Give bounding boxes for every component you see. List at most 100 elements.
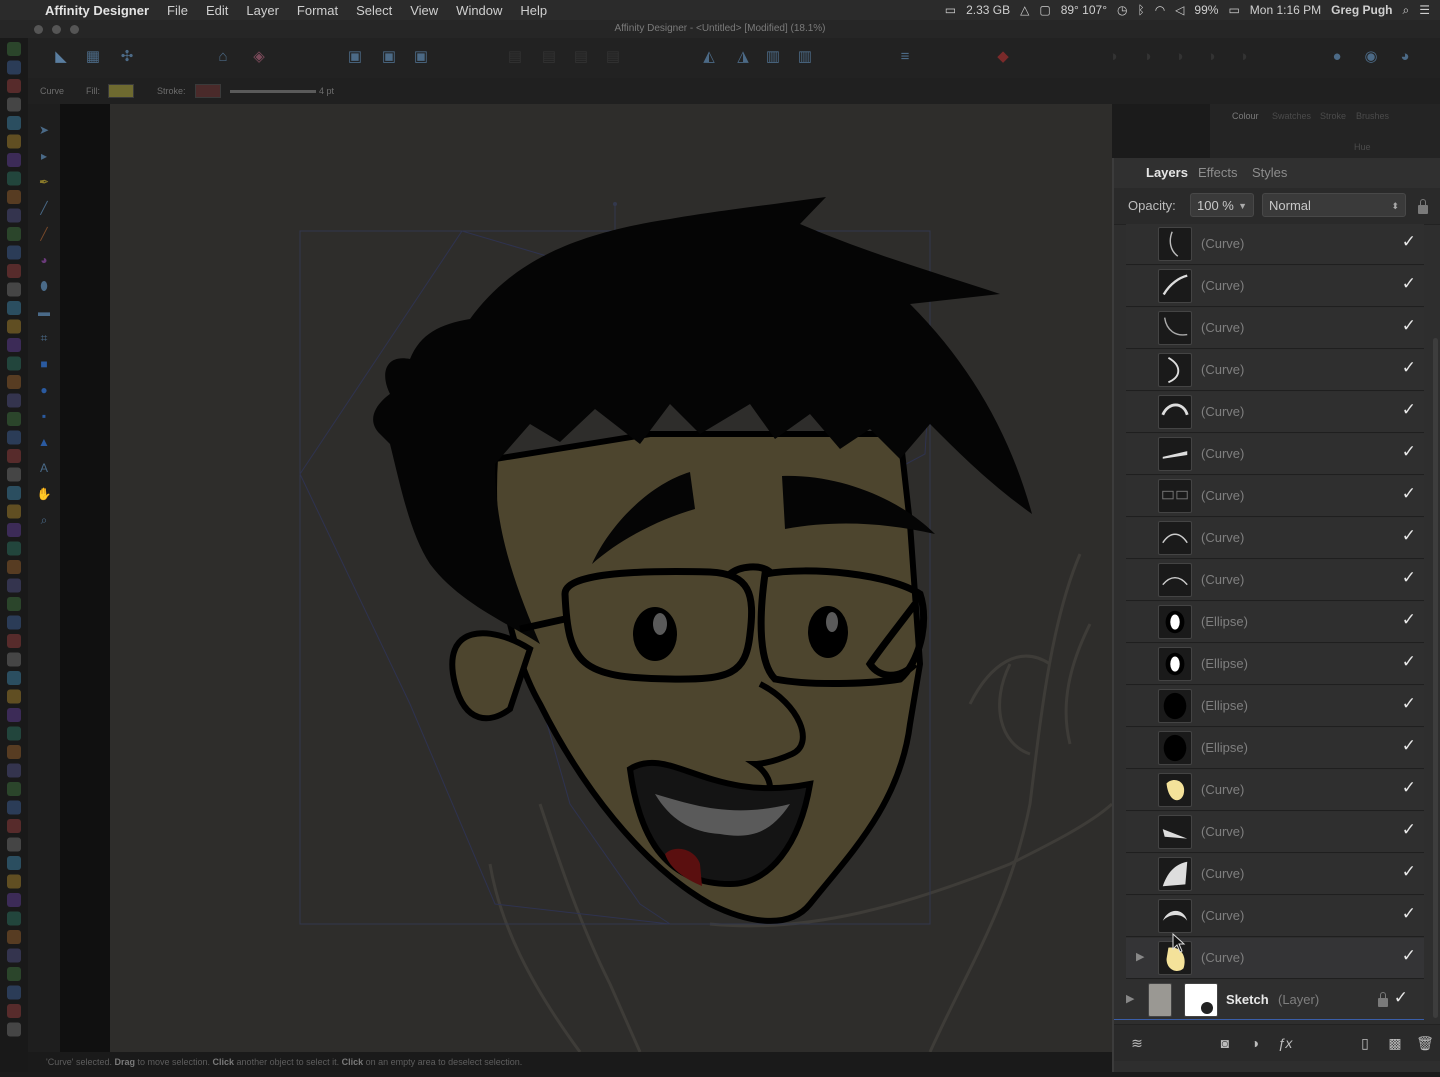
- add-layer-icon[interactable]: ▯: [1356, 1034, 1374, 1052]
- delete-layer-icon[interactable]: 🗑: [1416, 1034, 1434, 1052]
- visibility-checkbox[interactable]: ✓: [1402, 484, 1416, 504]
- arrange-forward-icon[interactable]: ▤: [572, 48, 590, 66]
- layer-row[interactable]: (Curve) ✓: [1126, 770, 1424, 811]
- studio-icon-2[interactable]: ◉: [1362, 48, 1380, 66]
- artwork[interactable]: [110, 104, 1112, 1052]
- visibility-checkbox[interactable]: ✓: [1402, 568, 1416, 588]
- pen-tool-icon[interactable]: ✒: [36, 174, 52, 190]
- lock-icon[interactable]: [1418, 199, 1428, 214]
- studio-icon-3[interactable]: ◕: [1396, 48, 1414, 66]
- arrange-backward-icon[interactable]: ▤: [540, 48, 558, 66]
- visibility-checkbox[interactable]: ✓: [1402, 736, 1416, 756]
- export-persona-icon[interactable]: ✣: [118, 48, 136, 66]
- move-tool-icon[interactable]: ➤: [36, 122, 52, 138]
- rectangle-tool-icon[interactable]: ■: [36, 356, 52, 372]
- layer-row[interactable]: (Curve) ✓: [1126, 392, 1424, 433]
- layer-row-sketch[interactable]: ▶ Sketch (Layer) ✓: [1114, 980, 1424, 1020]
- studio-icon-1[interactable]: ●: [1328, 48, 1346, 66]
- memory-readout[interactable]: 2.33 GB: [966, 3, 1010, 17]
- flip-vertical-icon[interactable]: ◮: [734, 48, 752, 66]
- layer-row[interactable]: (Ellipse) ✓: [1126, 686, 1424, 727]
- layer-row[interactable]: (Curve) ✓: [1126, 350, 1424, 391]
- pencil-tool-icon[interactable]: ╱: [36, 200, 52, 216]
- tab-styles[interactable]: Styles: [1252, 165, 1287, 180]
- tab-effects[interactable]: Effects: [1198, 165, 1238, 180]
- add-shapes-icon[interactable]: ◑: [1104, 48, 1122, 66]
- assistant-icon[interactable]: ◈: [250, 48, 268, 66]
- tab-layers[interactable]: Layers: [1146, 165, 1188, 180]
- layer-row[interactable]: (Ellipse) ✓: [1126, 602, 1424, 643]
- battery-icon[interactable]: ▭: [1228, 3, 1239, 17]
- stroke-width-value[interactable]: 4 pt: [319, 86, 334, 96]
- visibility-checkbox[interactable]: ✓: [1402, 442, 1416, 462]
- divide-shapes-icon[interactable]: ◑: [1234, 48, 1252, 66]
- menu-help[interactable]: Help: [511, 3, 556, 18]
- visibility-checkbox[interactable]: ✓: [1402, 316, 1416, 336]
- snap-icon[interactable]: ▣: [346, 48, 364, 66]
- layer-row[interactable]: (Curve) ✓: [1126, 308, 1424, 349]
- visibility-checkbox[interactable]: ✓: [1402, 358, 1416, 378]
- layer-row[interactable]: (Curve) ✓: [1126, 854, 1424, 895]
- transparency-tool-icon[interactable]: ⬮: [36, 278, 52, 294]
- layer-list-scrollbar[interactable]: [1433, 338, 1438, 1018]
- add-pixel-layer-icon[interactable]: ▩: [1386, 1034, 1404, 1052]
- zoom-tool-icon[interactable]: ⌕: [36, 512, 52, 528]
- adjustment-icon[interactable]: ◑: [1246, 1034, 1264, 1052]
- tab-swatches[interactable]: Swatches: [1272, 111, 1311, 121]
- mask-layer-icon[interactable]: ◙: [1216, 1034, 1234, 1052]
- volume-icon[interactable]: ◁: [1175, 3, 1184, 17]
- text-tool-icon[interactable]: A: [36, 460, 52, 476]
- menu-file[interactable]: File: [158, 3, 197, 18]
- ellipse-tool-icon[interactable]: ●: [36, 382, 52, 398]
- visibility-checkbox[interactable]: ✓: [1402, 400, 1416, 420]
- expand-arrow-icon[interactable]: ▶: [1136, 950, 1144, 963]
- blend-mode-select[interactable]: Normal ⬍: [1262, 193, 1406, 217]
- opacity-field[interactable]: 100 % ▼: [1190, 193, 1254, 217]
- fx-icon[interactable]: ƒx: [1276, 1034, 1294, 1052]
- display-icon[interactable]: ▢: [1039, 3, 1050, 17]
- notification-center-icon[interactable]: ☰: [1419, 3, 1430, 17]
- dock-app-icons[interactable]: [0, 38, 28, 1072]
- visibility-checkbox[interactable]: ✓: [1402, 232, 1416, 252]
- menu-edit[interactable]: Edit: [197, 3, 237, 18]
- layer-lock-icon[interactable]: [1378, 992, 1388, 1007]
- layer-row[interactable]: (Ellipse) ✓: [1126, 644, 1424, 685]
- place-image-icon[interactable]: ▬: [36, 304, 52, 320]
- flip-horizontal-icon[interactable]: ◭: [700, 48, 718, 66]
- rotate-left-icon[interactable]: ▥: [764, 48, 782, 66]
- boolean-icon[interactable]: ◆: [994, 48, 1012, 66]
- temperature-readout[interactable]: 89° 107°: [1061, 3, 1107, 17]
- visibility-checkbox[interactable]: ✓: [1402, 526, 1416, 546]
- arrange-back-icon[interactable]: ▤: [506, 48, 524, 66]
- menu-format[interactable]: Format: [288, 3, 347, 18]
- visibility-checkbox[interactable]: ✓: [1402, 946, 1416, 966]
- tab-stroke[interactable]: Stroke: [1320, 111, 1346, 121]
- subtract-shapes-icon[interactable]: ◑: [1138, 48, 1156, 66]
- visibility-checkbox[interactable]: ✓: [1402, 862, 1416, 882]
- visibility-checkbox[interactable]: ✓: [1402, 904, 1416, 924]
- layer-row[interactable]: (Curve) ✓: [1126, 224, 1424, 265]
- menu-select[interactable]: Select: [347, 3, 401, 18]
- menu-view[interactable]: View: [401, 3, 447, 18]
- crop-tool-icon[interactable]: ⌗: [36, 330, 52, 346]
- layer-row[interactable]: (Curve) ✓: [1126, 518, 1424, 559]
- stroke-width-slider[interactable]: [230, 90, 316, 93]
- expand-arrow-icon[interactable]: ▶: [1126, 992, 1134, 1005]
- layers-stack-icon[interactable]: ≋: [1128, 1034, 1146, 1052]
- rounded-rectangle-tool-icon[interactable]: ▪: [36, 408, 52, 424]
- layer-row[interactable]: (Curve) ✓: [1126, 476, 1424, 517]
- layer-row[interactable]: (Curve) ✓: [1126, 896, 1424, 937]
- designer-persona-icon[interactable]: ◣: [52, 48, 70, 66]
- layer-row[interactable]: (Curve) ✓: [1126, 812, 1424, 853]
- brush-tool-icon[interactable]: ╱: [36, 226, 52, 242]
- layer-row[interactable]: (Ellipse) ✓: [1126, 728, 1424, 769]
- visibility-checkbox[interactable]: ✓: [1402, 610, 1416, 630]
- align-icon[interactable]: ≡: [896, 48, 914, 66]
- triangle-tool-icon[interactable]: ▲: [36, 434, 52, 450]
- menu-window[interactable]: Window: [447, 3, 511, 18]
- battery-readout[interactable]: 99%: [1194, 3, 1218, 17]
- visibility-checkbox[interactable]: ✓: [1402, 652, 1416, 672]
- visibility-checkbox[interactable]: ✓: [1402, 778, 1416, 798]
- bluetooth-icon[interactable]: ᛒ: [1137, 3, 1144, 17]
- arrange-front-icon[interactable]: ▤: [604, 48, 622, 66]
